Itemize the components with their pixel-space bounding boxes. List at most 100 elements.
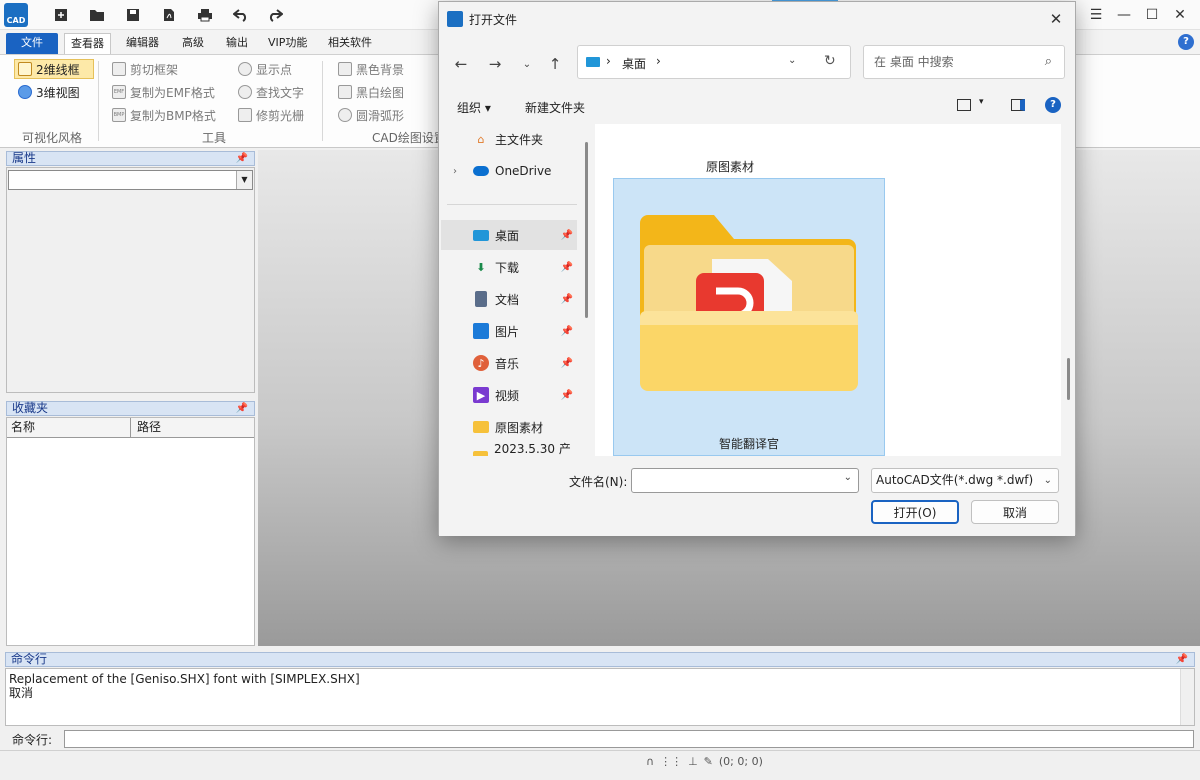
wireframe-2d-button[interactable]: 2维线框 [14, 59, 94, 79]
nav-item-documents[interactable]: 文档 📌 [441, 284, 577, 314]
cancel-button[interactable]: 取消 [971, 500, 1059, 524]
open-folder-icon[interactable] [86, 5, 108, 25]
find-text-button[interactable]: 查找文字 [238, 82, 304, 102]
nav-item-folder-partial[interactable]: 2023.5.30 产活 [441, 442, 577, 456]
nav-item-desktop[interactable]: 桌面 📌 [441, 220, 577, 250]
pin-icon[interactable]: 📌 [561, 326, 573, 337]
cube-icon [18, 85, 32, 99]
show-points-button[interactable]: 显示点 [238, 59, 292, 79]
snap-icon[interactable]: ∩ [646, 755, 654, 768]
minimize-icon[interactable]: — [1110, 5, 1138, 25]
maximize-icon[interactable]: ☐ [1138, 5, 1166, 25]
pin-icon[interactable]: 📌 [561, 390, 573, 401]
tab-file[interactable]: 文件 [6, 33, 58, 54]
address-dropdown-icon[interactable]: ⌄ [788, 55, 796, 66]
nav-item-source-material[interactable]: 原图素材 [441, 412, 577, 442]
tab-editor[interactable]: 编辑器 [120, 33, 165, 54]
trim-raster-button[interactable]: 修剪光栅 [238, 105, 304, 125]
preview-pane-icon[interactable] [1011, 99, 1025, 111]
properties-panel: ▼ [6, 167, 255, 393]
dialog-title-bar: 打开文件 ✕ [439, 2, 1075, 34]
nav-item-downloads[interactable]: ⬇ 下载 📌 [441, 252, 577, 282]
properties-dropdown[interactable]: ▼ [8, 170, 253, 190]
tab-output[interactable]: 输出 [220, 33, 254, 54]
address-bar[interactable]: › 桌面 › ⌄ ↻ [577, 45, 851, 79]
bw-drawing-button[interactable]: 黑白绘图 [338, 82, 404, 102]
pin-icon[interactable]: 📌 [561, 294, 573, 305]
close-icon[interactable]: ✕ [1166, 5, 1194, 25]
help-icon[interactable]: ? [1178, 34, 1194, 50]
open-button[interactable]: 打开(O) [871, 500, 959, 524]
undo-icon[interactable] [230, 5, 252, 25]
pin-icon[interactable]: 📌 [561, 358, 573, 369]
command-input[interactable] [64, 730, 1194, 748]
folder-label: 智能翻译官 [718, 437, 779, 451]
view-mode-icon[interactable] [957, 99, 971, 111]
tab-related-software[interactable]: 相关软件 [322, 33, 378, 54]
nav-item-home[interactable]: ⌂ 主文件夹 [441, 124, 577, 154]
search-input[interactable]: 在 桌面 中搜索 ⌕ [863, 45, 1065, 79]
pin-icon[interactable]: 📌 [236, 152, 248, 165]
col-header-name[interactable]: 名称 [7, 417, 131, 438]
smooth-arcs-button[interactable]: 圆滑弧形 [338, 105, 404, 125]
col-header-path[interactable]: 路径 [131, 418, 161, 437]
nav-item-videos[interactable]: ▶ 视频 📌 [441, 380, 577, 410]
tab-viewer[interactable]: 查看器 [64, 33, 111, 54]
dialog-footer: 文件名(N): ⌄ AutoCAD文件(*.dwg *.dwf) ⌄ 打开(O)… [439, 456, 1075, 536]
dialog-close-icon[interactable]: ✕ [1045, 8, 1067, 30]
copy-bmp-button[interactable]: BMP 复制为BMP格式 [112, 105, 216, 125]
ortho-icon[interactable]: ⊥ [688, 755, 698, 768]
filename-dropdown-icon[interactable]: ⌄ [844, 472, 852, 483]
app-logo-icon: CAD [4, 3, 28, 27]
polar-icon[interactable]: ✎ [704, 755, 713, 768]
breadcrumb-desktop[interactable]: 桌面 [622, 55, 646, 72]
view-options-icon[interactable]: ▾ [979, 97, 984, 107]
print-icon[interactable] [194, 5, 216, 25]
content-scrollbar[interactable] [1067, 358, 1070, 400]
pdf-icon[interactable] [158, 5, 180, 25]
pin-icon[interactable]: 📌 [561, 262, 573, 273]
command-scrollbar[interactable] [1180, 669, 1194, 725]
folder-item-selected[interactable]: 智能翻译官 [613, 178, 885, 456]
ribbon-options-icon[interactable]: ☰ [1082, 5, 1110, 25]
expand-chevron-icon[interactable]: › [453, 166, 457, 177]
pin-icon[interactable]: 📌 [236, 402, 248, 415]
organize-button[interactable]: 组织 ▾ [457, 99, 491, 116]
file-type-select[interactable]: AutoCAD文件(*.dwg *.dwf) ⌄ [871, 468, 1059, 493]
up-icon[interactable]: ↑ [543, 52, 567, 76]
raster-icon [238, 108, 252, 122]
breadcrumb-chevron-icon: › [606, 54, 611, 68]
tab-vip[interactable]: VIP功能 [262, 33, 313, 54]
document-icon [475, 291, 487, 307]
tab-advanced[interactable]: 高级 [176, 33, 210, 54]
nav-item-onedrive[interactable]: › OneDrive [441, 156, 577, 186]
favorites-panel-header: 收藏夹 📌 [6, 401, 255, 416]
view-3d-button[interactable]: 3维视图 [18, 82, 80, 102]
nav-item-music[interactable]: ♪ 音乐 📌 [441, 348, 577, 378]
forward-icon[interactable]: → [483, 52, 507, 76]
folder-label[interactable]: 原图素材 [595, 158, 865, 175]
cloud-icon [473, 166, 489, 176]
dialog-help-icon[interactable]: ? [1045, 97, 1061, 113]
copy-emf-button[interactable]: EMF 复制为EMF格式 [112, 82, 215, 102]
clip-frame-button[interactable]: 剪切框架 [112, 59, 178, 79]
navigation-pane: ⌂ 主文件夹 › OneDrive 桌面 📌 ⬇ 下载 📌 文档 📌 图片 📌 ♪ 音乐 📌 ▶… [439, 124, 579, 456]
redo-icon[interactable] [264, 5, 286, 25]
pin-icon[interactable]: 📌 [561, 230, 573, 241]
refresh-icon[interactable]: ↻ [824, 53, 836, 69]
back-icon[interactable]: ← [449, 52, 473, 76]
nav-scrollbar[interactable] [585, 142, 588, 318]
filename-input[interactable]: ⌄ [631, 468, 859, 493]
nav-item-pictures[interactable]: 图片 📌 [441, 316, 577, 346]
new-file-icon[interactable] [50, 5, 72, 25]
grid-icon[interactable]: ⋮⋮ [660, 755, 682, 768]
file-list: 原图素材 智能翻译官 [595, 124, 1061, 456]
dropdown-arrow-icon[interactable]: ▼ [236, 171, 252, 189]
pictures-icon [473, 323, 489, 339]
app-logo-icon [447, 11, 463, 27]
pin-icon[interactable]: 📌 [1176, 653, 1188, 666]
black-background-button[interactable]: 黑色背景 [338, 59, 404, 79]
save-icon[interactable] [122, 5, 144, 25]
new-folder-button[interactable]: 新建文件夹 [525, 99, 585, 116]
recent-locations-icon[interactable]: ⌄ [515, 52, 539, 76]
